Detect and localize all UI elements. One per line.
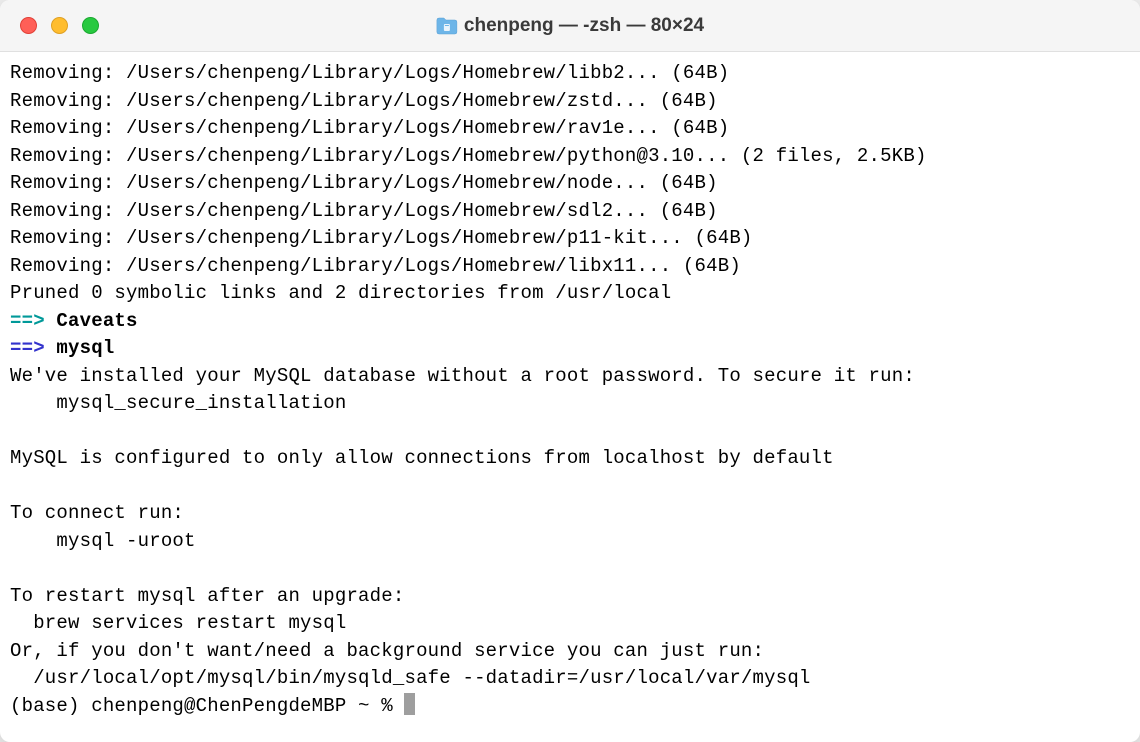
mysql-heading: mysql: [56, 337, 114, 359]
close-button[interactable]: [20, 17, 37, 34]
section-arrow-icon: ==>: [10, 310, 45, 332]
output-line: Removing: /Users/chenpeng/Library/Logs/H…: [10, 227, 753, 249]
output-line: Removing: /Users/chenpeng/Library/Logs/H…: [10, 172, 718, 194]
output-line: brew services restart mysql: [10, 612, 346, 634]
output-line: Removing: /Users/chenpeng/Library/Logs/H…: [10, 117, 729, 139]
output-line: Removing: /Users/chenpeng/Library/Logs/H…: [10, 145, 927, 167]
terminal-window: chenpeng — -zsh — 80×24 Removing: /Users…: [0, 0, 1140, 742]
output-line: To connect run:: [10, 502, 184, 524]
output-line: MySQL is configured to only allow connec…: [10, 447, 834, 469]
folder-icon: [436, 17, 458, 35]
output-line: mysql_secure_installation: [10, 392, 346, 414]
shell-prompt: (base) chenpeng@ChenPengdeMBP ~ %: [10, 695, 404, 717]
output-line: Or, if you don't want/need a background …: [10, 640, 764, 662]
traffic-lights: [0, 17, 99, 34]
minimize-button[interactable]: [51, 17, 68, 34]
maximize-button[interactable]: [82, 17, 99, 34]
output-line: Removing: /Users/chenpeng/Library/Logs/H…: [10, 62, 729, 84]
output-line: Removing: /Users/chenpeng/Library/Logs/H…: [10, 200, 718, 222]
output-line: Pruned 0 symbolic links and 2 directorie…: [10, 282, 671, 304]
output-line: Removing: /Users/chenpeng/Library/Logs/H…: [10, 255, 741, 277]
titlebar: chenpeng — -zsh — 80×24: [0, 0, 1140, 52]
title-container: chenpeng — -zsh — 80×24: [436, 15, 704, 37]
cursor: [404, 693, 415, 715]
section-arrow-icon: ==>: [10, 337, 45, 359]
caveats-heading: Caveats: [56, 310, 137, 332]
window-title: chenpeng — -zsh — 80×24: [464, 15, 704, 37]
terminal-body[interactable]: Removing: /Users/chenpeng/Library/Logs/H…: [0, 52, 1140, 742]
output-line: To restart mysql after an upgrade:: [10, 585, 404, 607]
output-line: We've installed your MySQL database with…: [10, 365, 915, 387]
output-line: mysql -uroot: [10, 530, 196, 552]
output-line: /usr/local/opt/mysql/bin/mysqld_safe --d…: [10, 667, 811, 689]
output-line: Removing: /Users/chenpeng/Library/Logs/H…: [10, 90, 718, 112]
